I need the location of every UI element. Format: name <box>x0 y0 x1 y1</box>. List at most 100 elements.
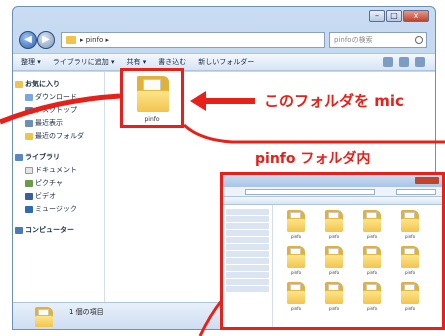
folder-item[interactable]: pinfo <box>357 210 387 240</box>
folder-item-label: pinfo <box>404 234 416 239</box>
nav-libraries[interactable]: ライブラリ <box>13 151 104 164</box>
command-bar: 整理 ▾ ライブラリに追加 ▾ 共有 ▾ 書き込む 新しいフォルダー <box>13 53 435 71</box>
inset-address-row <box>223 187 442 197</box>
search-input[interactable]: pinfoの検索 <box>329 32 427 48</box>
nav-item-label: ミュージック <box>35 205 77 213</box>
folder-item-label: pinfo <box>290 234 302 239</box>
view-options-icon[interactable] <box>383 57 393 67</box>
folder-item[interactable]: pinfo <box>319 246 349 276</box>
pictures-icon <box>25 180 33 187</box>
downloads-icon <box>25 94 33 101</box>
nav-item-videos[interactable]: ビデオ <box>13 190 104 203</box>
folder-icon <box>25 133 33 140</box>
folder-item[interactable]: pinfo <box>319 210 349 240</box>
view-controls <box>383 57 425 67</box>
nav-item-label: 最近表示 <box>35 119 63 127</box>
folder-item-label: pinfo <box>366 306 378 311</box>
folder-item[interactable]: pinfo <box>357 282 387 312</box>
library-icon <box>15 154 23 161</box>
selected-folder-item[interactable]: pinfo <box>120 68 184 128</box>
close-icon <box>415 177 439 184</box>
star-icon <box>15 81 23 88</box>
help-icon[interactable] <box>415 57 425 67</box>
title-bar: – □ x <box>13 7 435 27</box>
nav-item-label: ピクチャ <box>35 179 63 187</box>
add-to-library-button[interactable]: ライブラリに追加 ▾ <box>53 57 115 67</box>
inset-explorer-window: pinfo pinfo pinfo pinfo pinfo pinfo pinf… <box>220 172 445 330</box>
folder-icon <box>325 246 343 268</box>
folder-icon <box>363 210 381 232</box>
folder-item[interactable]: pinfo <box>281 282 311 312</box>
forward-button[interactable]: ▶ <box>37 31 55 49</box>
nav-favorites-label: お気に入り <box>25 80 60 88</box>
minimize-button[interactable]: – <box>369 10 385 22</box>
folder-item[interactable]: pinfo <box>395 282 425 312</box>
folder-item-label: pinfo <box>290 270 302 275</box>
navigation-pane: お気に入り ダウンロード デスクトップ 最近表示 最近のフォルダ ライブラリ ド… <box>13 72 105 302</box>
folder-item-label: pinfo <box>366 270 378 275</box>
folder-item[interactable]: pinfo <box>357 246 387 276</box>
nav-item-recent-folders[interactable]: 最近のフォルダ <box>13 130 104 143</box>
folder-icon <box>363 282 381 304</box>
folder-item[interactable]: pinfo <box>281 246 311 276</box>
folder-icon <box>287 282 305 304</box>
nav-item-recent[interactable]: 最近表示 <box>13 117 104 130</box>
organize-button[interactable]: 整理 ▾ <box>21 57 41 67</box>
address-row: ◀ ▶ ▸ pinfo ▸ pinfoの検索 <box>13 29 435 51</box>
callout-main-text: このフォルダを mic <box>264 92 404 110</box>
documents-icon <box>25 167 33 174</box>
folder-icon <box>325 282 343 304</box>
maximize-button[interactable]: □ <box>386 10 402 22</box>
folder-icon <box>35 307 53 327</box>
folder-icon <box>287 246 305 268</box>
nav-computer-label: コンピューター <box>25 226 74 234</box>
folder-item[interactable]: pinfo <box>395 210 425 240</box>
inset-search-box <box>396 189 436 195</box>
nav-libraries-label: ライブラリ <box>25 153 60 161</box>
share-button[interactable]: 共有 ▾ <box>127 57 147 67</box>
folder-item-label: pinfo <box>366 234 378 239</box>
folder-icon <box>66 36 76 44</box>
inset-content: pinfo pinfo pinfo pinfo pinfo pinfo pinf… <box>223 205 442 327</box>
folder-icon <box>401 282 419 304</box>
inset-title-bar <box>223 175 442 187</box>
folder-item[interactable]: pinfo <box>281 210 311 240</box>
folder-item[interactable]: pinfo <box>395 246 425 276</box>
back-button[interactable]: ◀ <box>19 31 37 49</box>
folder-icon <box>363 246 381 268</box>
address-bar[interactable]: ▸ pinfo ▸ <box>61 32 325 48</box>
item-count: 1 個の項目 <box>69 308 104 316</box>
music-icon <box>25 206 33 213</box>
callout-sub-text: pinfo フォルダ内 <box>255 151 371 167</box>
inset-address-bar <box>245 189 375 195</box>
nav-item-pictures[interactable]: ピクチャ <box>13 177 104 190</box>
inset-file-list: pinfo pinfo pinfo pinfo pinfo pinfo pinf… <box>277 208 440 327</box>
search-icon <box>415 36 423 44</box>
desktop-icon <box>25 107 33 114</box>
nav-item-downloads[interactable]: ダウンロード <box>13 91 104 104</box>
burn-button[interactable]: 書き込む <box>158 57 186 67</box>
nav-favorites[interactable]: お気に入り <box>13 78 104 91</box>
arrow-shaft <box>205 98 255 104</box>
computer-icon <box>15 227 23 234</box>
nav-item-desktop[interactable]: デスクトップ <box>13 104 104 117</box>
preview-pane-icon[interactable] <box>399 57 409 67</box>
nav-computer[interactable]: コンピューター <box>13 224 104 237</box>
folder-item[interactable]: pinfo <box>319 282 349 312</box>
inset-toolbar <box>223 197 442 205</box>
nav-item-documents[interactable]: ドキュメント <box>13 164 104 177</box>
folder-item-label: pinfo <box>328 234 340 239</box>
nav-item-label: ダウンロード <box>35 93 77 101</box>
nav-item-label: ドキュメント <box>35 166 77 174</box>
arrow-left-icon <box>190 91 206 111</box>
videos-icon <box>25 193 33 200</box>
address-path: ▸ pinfo ▸ <box>80 36 110 44</box>
nav-item-label: デスクトップ <box>35 106 77 114</box>
close-button[interactable]: x <box>403 10 429 22</box>
folder-item-label: pinfo <box>328 270 340 275</box>
folder-icon <box>401 210 419 232</box>
new-folder-button[interactable]: 新しいフォルダー <box>198 57 254 67</box>
folder-icon <box>137 76 169 112</box>
nav-item-music[interactable]: ミュージック <box>13 203 104 216</box>
nav-item-label: 最近のフォルダ <box>35 132 84 140</box>
